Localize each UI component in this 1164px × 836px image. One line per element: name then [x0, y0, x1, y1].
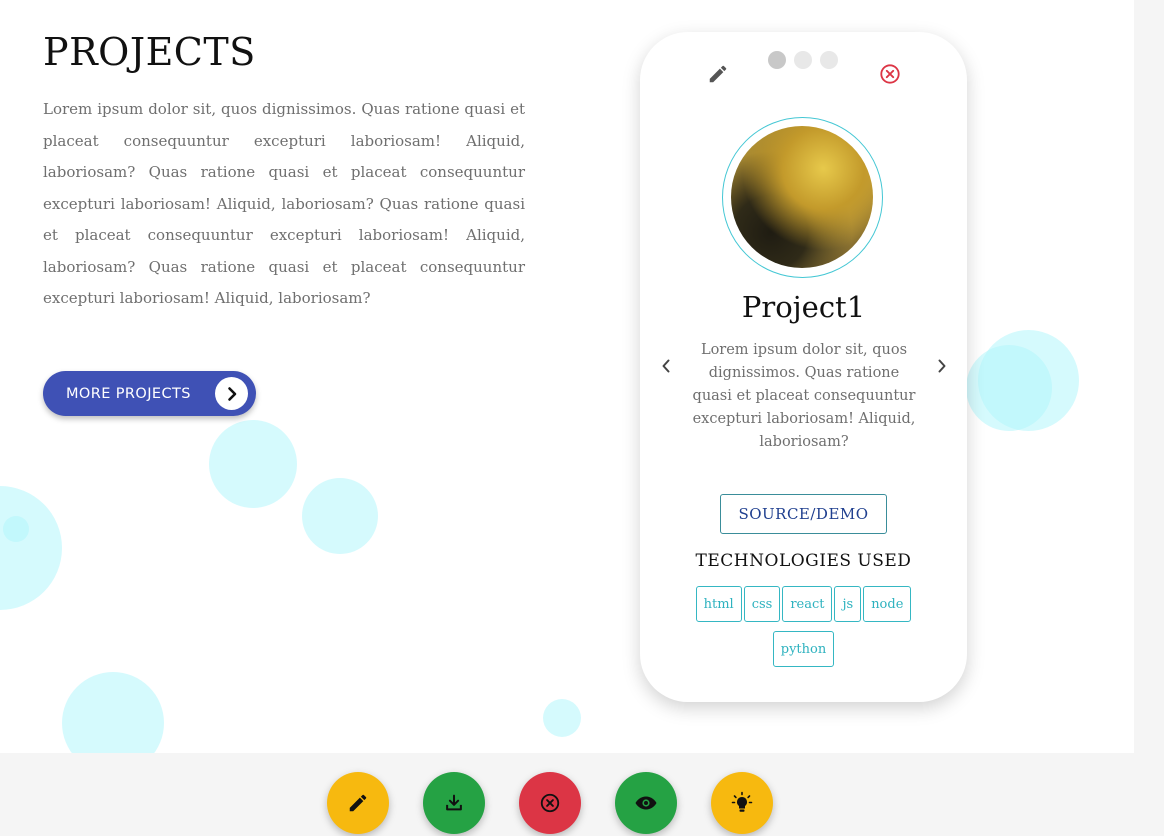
pencil-icon — [347, 792, 369, 814]
page: PROJECTS Lorem ipsum dolor sit, quos dig… — [0, 0, 1164, 836]
project-description: Lorem ipsum dolor sit, quos dignissimos.… — [692, 342, 916, 450]
project-card: Project1 Lorem ipsum dolor sit, quos dig… — [640, 32, 967, 702]
decorative-bubble — [543, 699, 581, 737]
page-title: PROJECTS — [43, 30, 256, 74]
slide-dot-2[interactable] — [794, 51, 812, 69]
pencil-icon[interactable] — [706, 62, 730, 86]
decorative-bubble — [3, 516, 29, 542]
decorative-bubble — [966, 345, 1052, 431]
decorative-bubble — [0, 486, 62, 610]
tech-tag-python: python — [772, 631, 835, 667]
edit-fab[interactable] — [327, 772, 389, 834]
slide-dot-3[interactable] — [820, 51, 838, 69]
project-image — [731, 126, 873, 268]
more-projects-label: MORE PROJECTS — [66, 385, 191, 402]
tech-tag-react: react — [782, 586, 833, 622]
chevron-right-icon — [215, 377, 248, 410]
chevron-right-icon[interactable] — [934, 358, 950, 374]
decorative-bubble — [302, 478, 378, 554]
technologies-heading: TECHNOLOGIES USED — [695, 551, 912, 571]
intro-paragraph: Lorem ipsum dolor sit, quos dignissimos.… — [43, 100, 525, 307]
decorative-bubble — [209, 420, 297, 508]
close-circle-icon[interactable] — [878, 62, 902, 86]
lightbulb-icon — [730, 791, 754, 815]
chevron-left-icon[interactable] — [658, 358, 674, 374]
eye-icon — [634, 791, 658, 815]
download-fab[interactable] — [423, 772, 485, 834]
slide-dot-1[interactable] — [768, 51, 786, 69]
download-icon — [443, 792, 465, 814]
project-image-frame — [722, 117, 883, 278]
slide-indicator — [768, 51, 838, 69]
close-circle-icon — [539, 792, 561, 814]
theme-fab[interactable] — [711, 772, 773, 834]
more-projects-button[interactable]: MORE PROJECTS — [43, 371, 256, 416]
technology-tags: html css react js node python — [680, 586, 927, 667]
project-title: Project1 — [741, 290, 866, 324]
close-fab[interactable] — [519, 772, 581, 834]
bottom-toolbar — [0, 753, 1164, 836]
tech-tag-css: css — [743, 586, 781, 622]
tech-tag-js: js — [834, 586, 862, 622]
tech-tag-node: node — [863, 586, 912, 622]
preview-fab[interactable] — [615, 772, 677, 834]
scroll-gutter — [1134, 0, 1164, 836]
tech-tag-html: html — [695, 586, 742, 622]
source-demo-button[interactable]: SOURCE/DEMO — [720, 494, 887, 534]
